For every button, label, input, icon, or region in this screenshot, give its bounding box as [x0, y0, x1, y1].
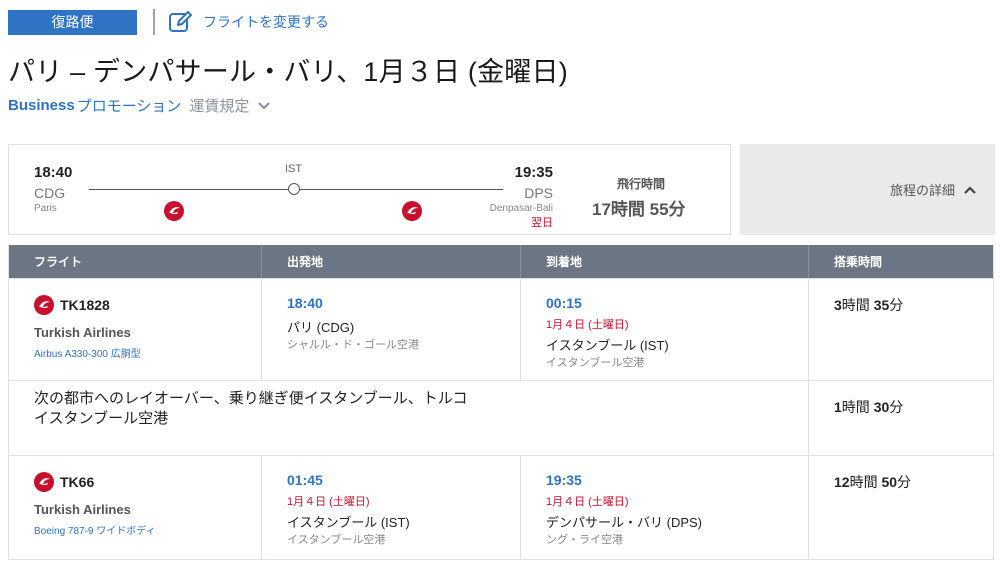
flight-duration-value: 17時間 55分	[592, 200, 686, 219]
column-header-arrival: 到着地	[520, 245, 808, 278]
duration-hours: 12	[834, 474, 850, 490]
divider	[153, 9, 155, 35]
duration-minutes-unit: 分	[897, 474, 912, 490]
layover-airport: イスタンブール空港	[34, 410, 169, 427]
layover-duration-cell: 1時間 30分	[808, 381, 993, 455]
layover-info: 次の都市へのレイオーバー、乗り継ぎ便イスタンブール、トルコ イスタンブール空港	[9, 381, 808, 455]
departure-city: Paris	[34, 203, 57, 214]
aircraft-link[interactable]: Airbus A330-300 広胴型	[34, 345, 141, 360]
duration-minutes-unit: 分	[889, 399, 904, 415]
departure-cell: 18:40 パリ (CDG) シャルル・ド・ゴール空港	[261, 279, 520, 380]
duration-hours-unit: 時間	[841, 297, 870, 313]
airline-name: Turkish Airlines	[34, 325, 131, 340]
duration-hours-unit: 時間	[849, 474, 878, 490]
top-bar: 復路便 フライトを変更する	[8, 9, 329, 35]
change-flight-link[interactable]: フライトを変更する	[169, 11, 329, 33]
stopover-marker	[288, 183, 300, 195]
departure-code: CDG	[34, 185, 66, 201]
change-flight-label: フライトを変更する	[203, 14, 329, 30]
arrival-date: 1月４日 (土曜日)	[546, 496, 629, 508]
fare-rules-link[interactable]: 運賃規定	[189, 95, 249, 116]
departure-time: 18:40	[287, 295, 323, 311]
duration-hours: 3	[834, 297, 842, 313]
arrival-airport: イスタンブール空港	[546, 357, 645, 369]
stopover-code: IST	[285, 163, 303, 175]
layover-text: 次の都市へのレイオーバー、乗り継ぎ便イスタンブール、トルコ イスタンブール空港	[34, 389, 468, 429]
arrival-place: イスタンブール (IST)	[546, 338, 669, 353]
aircraft-link[interactable]: Boeing 787-9 ワイドボディ	[34, 522, 156, 537]
flight-cell: TK1828 Turkish Airlines Airbus A330-300 …	[9, 279, 261, 380]
layover-duration: 1時間 30分	[834, 397, 903, 417]
arrival-city: Denpasar-Bali	[489, 203, 553, 214]
airline-name: Turkish Airlines	[34, 502, 131, 517]
fare-type: プロモーション	[76, 98, 182, 115]
departure-time: 01:45	[287, 472, 323, 488]
flight-cell: TK66 Turkish Airlines Boeing 787-9 ワイドボデ…	[9, 456, 261, 559]
page-title: パリ – デンパサール・バリ、1月３日 (金曜日)	[8, 57, 568, 87]
arrival-time: 00:15	[546, 295, 582, 311]
arrival-cell: 19:35 1月４日 (土曜日) デンパサール・バリ (DPS) ング・ライ空港	[520, 456, 808, 559]
column-header-departure: 出発地	[261, 245, 520, 278]
chevron-down-icon[interactable]	[257, 101, 271, 111]
arrival-place: デンパサール・バリ (DPS)	[546, 515, 703, 530]
departure-cell: 01:45 1月４日 (土曜日) イスタンブール (IST) イスタンブール空港	[261, 456, 520, 559]
itinerary-details-label: 旅程の詳細	[889, 183, 955, 198]
layover-row: 次の都市へのレイオーバー、乗り継ぎ便イスタンブール、トルコ イスタンブール空港 …	[9, 380, 993, 455]
table-row: TK1828 Turkish Airlines Airbus A330-300 …	[9, 278, 993, 380]
duration-minutes: 35	[873, 297, 890, 313]
edit-icon	[169, 11, 192, 32]
flight-number: TK1828	[34, 295, 110, 315]
duration-minutes-unit: 分	[889, 297, 904, 313]
chevron-up-icon	[964, 185, 976, 194]
departure-place: パリ (CDG)	[287, 320, 355, 335]
fare-info: Business プロモーション 運賃規定	[8, 95, 271, 116]
departure-airport: イスタンブール空港	[287, 534, 386, 546]
return-flight-badge: 復路便	[8, 9, 137, 35]
flight-details-table: フライト 出発地 到着地 搭乗時間 TK1828 Turkish Airline…	[8, 245, 994, 560]
arrival-date: 1月４日 (土曜日)	[546, 319, 629, 331]
segment-duration: 12時間 50分	[834, 472, 911, 492]
segment-duration: 3時間 35分	[834, 295, 903, 315]
duration-cell: 12時間 50分	[808, 456, 993, 559]
duration-minutes: 50	[881, 474, 898, 490]
column-header-flight: フライト	[34, 255, 83, 269]
column-header-duration: 搭乗時間	[808, 245, 993, 278]
table-row: TK66 Turkish Airlines Boeing 787-9 ワイドボデ…	[9, 455, 993, 559]
arrival-time: 19:35	[514, 164, 553, 181]
flight-duration-label: 飛行時間	[617, 177, 666, 191]
layover-description: 次の都市へのレイオーバー、乗り継ぎ便イスタンブール、トルコ	[34, 390, 468, 407]
flight-number: TK66	[34, 472, 94, 492]
itinerary-details-toggle[interactable]: 旅程の詳細	[740, 144, 995, 235]
turkish-airlines-logo	[402, 201, 422, 221]
turkish-airlines-logo	[164, 201, 184, 221]
duration-hours: 1	[834, 399, 842, 415]
flight-number-text: TK1828	[60, 297, 110, 313]
arrival-airport: ング・ライ空港	[546, 534, 623, 546]
duration-cell: 3時間 35分	[808, 279, 993, 380]
departure-time: 18:40	[34, 164, 73, 181]
departure-place: イスタンブール (IST)	[287, 515, 410, 530]
departure-date: 1月４日 (土曜日)	[287, 496, 370, 508]
turkish-airlines-logo	[34, 472, 54, 492]
arrival-code: DPS	[524, 185, 553, 201]
next-day-indicator: 翌日	[531, 217, 553, 229]
fare-class: Business	[8, 97, 75, 114]
duration-hours-unit: 時間	[841, 399, 870, 415]
departure-airport: シャルル・ド・ゴール空港	[287, 339, 419, 351]
arrival-time: 19:35	[546, 472, 582, 488]
duration-minutes: 30	[873, 399, 890, 415]
table-header: フライト 出発地 到着地 搭乗時間	[9, 245, 993, 278]
arrival-cell: 00:15 1月４日 (土曜日) イスタンブール (IST) イスタンブール空港	[520, 279, 808, 380]
flight-summary: 18:40 CDG Paris IST 19:35 DPS Denpasar-B…	[8, 144, 731, 235]
flight-number-text: TK66	[60, 474, 95, 490]
turkish-airlines-logo	[34, 295, 54, 315]
